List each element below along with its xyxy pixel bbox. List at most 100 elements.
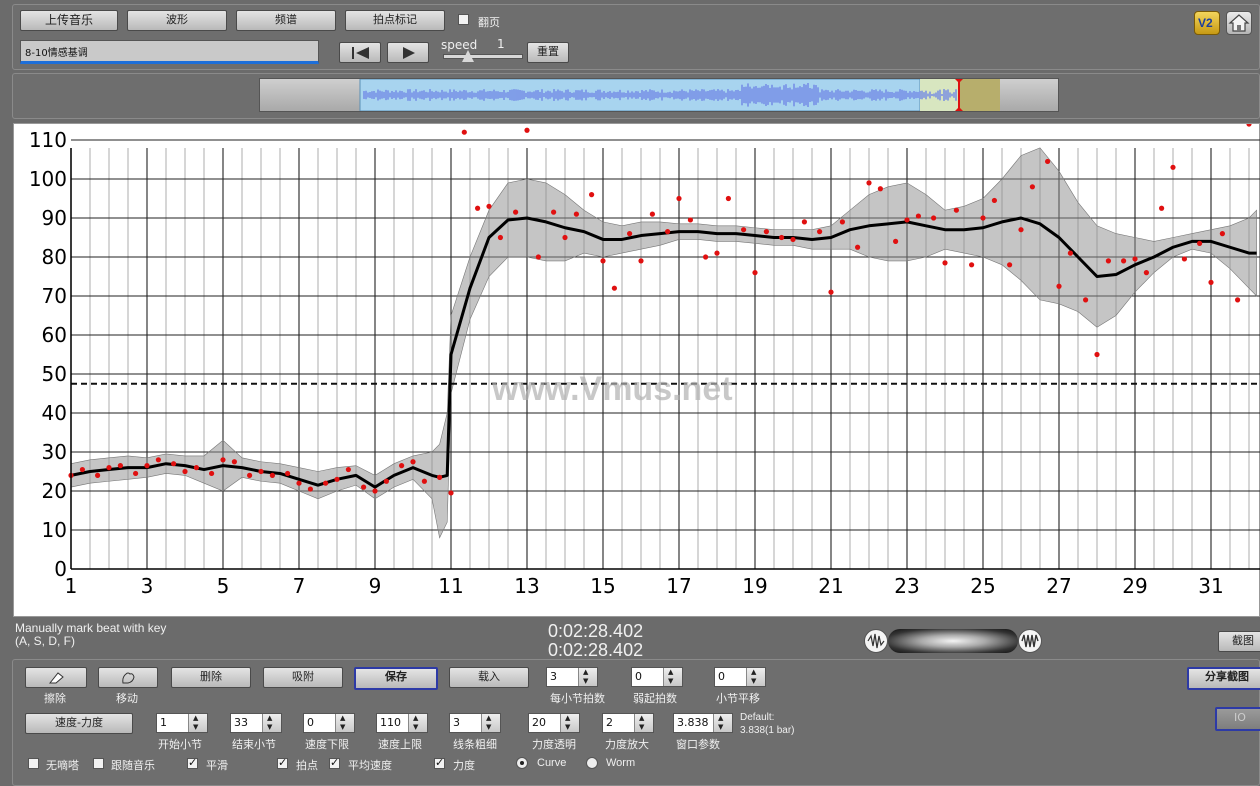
line-width-stepper[interactable]: 3 ▲ ▼ [449, 713, 501, 733]
snap-button[interactable]: 吸附 [263, 667, 343, 688]
beats-per-bar-stepper[interactable]: 3 ▲ ▼ [546, 667, 598, 687]
waveform-button[interactable]: 波形 [127, 10, 227, 31]
rewind-button[interactable] [339, 42, 381, 63]
speed-slider-track[interactable] [443, 54, 523, 59]
beat-point [725, 195, 732, 202]
end-bar-value: 33 [234, 716, 248, 729]
beat-point [551, 209, 557, 215]
smooth-label: 平滑 [206, 759, 228, 772]
x-tick-label: 17 [666, 574, 691, 598]
stepper-arrows-icon[interactable]: ▲ ▼ [578, 668, 597, 686]
tempo-max-stepper[interactable]: 110 ▲ ▼ [376, 713, 428, 733]
start-bar-stepper[interactable]: 1 ▲ ▼ [156, 713, 208, 733]
beat-point [790, 236, 796, 243]
beat-point [839, 219, 846, 225]
song-title-field[interactable]: 8-10情感基调 [20, 40, 319, 64]
waveform-overview[interactable] [259, 78, 1059, 112]
dynamics-opacity-stepper[interactable]: 20 ▲ ▼ [528, 713, 580, 733]
beat-point [155, 457, 161, 463]
dynamics-scale-stepper[interactable]: 2 ▲ ▼ [602, 713, 654, 733]
beat-point [1007, 262, 1013, 268]
smooth-checkbox[interactable] [187, 756, 198, 769]
beat-points-label: 拍点 [296, 759, 318, 772]
upbeat-value: 0 [635, 670, 642, 683]
beat-point [497, 234, 503, 241]
spectrum-button[interactable]: 频谱 [236, 10, 336, 31]
stepper-arrows-icon[interactable]: ▲ ▼ [335, 714, 354, 732]
stepper-arrows-icon[interactable]: ▲ ▼ [634, 714, 653, 732]
beat-point [562, 234, 568, 241]
beat-point [1045, 158, 1051, 165]
speed-slider-thumb[interactable] [462, 50, 474, 62]
tempo-max-label: 速度上限 [378, 738, 422, 751]
start-bar-value: 1 [160, 716, 167, 729]
home-button[interactable] [1226, 11, 1252, 35]
stepper-arrows-icon[interactable]: ▲ ▼ [188, 714, 207, 732]
tempo-chart-area[interactable]: www.Vmus.net 0 10 20 30 40 50 60 70 80 90 100 110 1 3 5… [13, 121, 1260, 617]
upload-music-button[interactable]: 上传音乐 [20, 10, 118, 31]
end-bar-stepper[interactable]: 33 ▲ ▼ [230, 713, 282, 733]
stepper-arrows-icon[interactable]: ▲ ▼ [746, 668, 765, 686]
stepper-arrows-icon[interactable]: ▲ ▼ [481, 714, 500, 732]
save-button[interactable]: 保存 [354, 667, 438, 690]
beats-per-bar-value: 3 [550, 670, 557, 683]
erase-button[interactable] [25, 667, 87, 688]
import-button[interactable]: 载入 [449, 667, 529, 688]
play-button[interactable] [387, 42, 429, 63]
beat-point [600, 258, 606, 264]
y-tick-label: 50 [42, 362, 67, 386]
reset-button[interactable]: 重置 [527, 42, 569, 63]
beat-point [991, 197, 998, 204]
beat-point [1083, 297, 1089, 303]
version-badge[interactable]: V2 [1194, 11, 1220, 35]
dynamics-checkbox[interactable] [434, 756, 445, 769]
tempo-min-value: 0 [307, 716, 314, 729]
speed-value: 1 [497, 37, 505, 51]
zoom-out-wave-button[interactable] [864, 629, 888, 653]
avg-tempo-label: 平均速度 [348, 759, 392, 772]
io-button[interactable]: IO [1215, 707, 1260, 731]
beat-point [486, 203, 492, 209]
move-label: 移动 [116, 692, 138, 705]
delete-button[interactable]: 删除 [171, 667, 251, 688]
tempo-dynamics-button[interactable]: 速度-力度 [25, 713, 133, 734]
stepper-arrows-icon[interactable]: ▲ ▼ [663, 668, 682, 686]
beat-mark-button[interactable]: 拍点标记 [345, 10, 445, 31]
beat-point [410, 459, 416, 465]
stepper-arrows-icon[interactable]: ▲ ▼ [713, 714, 732, 732]
beat-points-checkbox[interactable] [277, 756, 288, 769]
move-hand-icon [122, 672, 135, 684]
cut-screenshot-button[interactable]: 截图 [1218, 631, 1260, 652]
page-turn-checkbox[interactable] [458, 14, 469, 25]
beat-point [638, 258, 644, 264]
stepper-arrows-icon[interactable]: ▲ ▼ [408, 714, 427, 732]
beat-point [247, 472, 253, 478]
avg-tempo-checkbox[interactable] [329, 756, 340, 769]
share-screenshot-button[interactable]: 分享截图 [1187, 667, 1260, 690]
beat-point [752, 270, 758, 276]
play-icon [403, 47, 415, 59]
window-param-stepper[interactable]: 3.838 ▲ ▼ [673, 713, 733, 733]
tempo-min-stepper[interactable]: 0 ▲ ▼ [303, 713, 355, 733]
zoom-in-wave-button[interactable] [1018, 629, 1042, 653]
stepper-arrows-icon[interactable]: ▲ ▼ [262, 714, 281, 732]
move-button[interactable] [98, 667, 158, 688]
y-tick-label: 90 [42, 206, 67, 230]
beat-point [220, 457, 226, 463]
y-tick-label: 110 [29, 128, 67, 152]
erase-label: 擦除 [44, 692, 66, 705]
zoom-slider[interactable] [888, 629, 1018, 653]
upbeat-stepper[interactable]: 0 ▲ ▼ [631, 667, 683, 687]
worm-label: Worm [606, 757, 636, 769]
bar-shift-stepper[interactable]: 0 ▲ ▼ [714, 667, 766, 687]
y-tick-label: 20 [42, 479, 67, 503]
beat-point [1067, 250, 1073, 256]
line-width-value: 3 [453, 716, 460, 729]
follow-music-checkbox[interactable] [93, 758, 104, 769]
curve-radio[interactable] [516, 757, 528, 769]
eraser-icon [48, 672, 64, 684]
metronome-checkbox[interactable] [28, 758, 39, 769]
stepper-arrows-icon[interactable]: ▲ ▼ [560, 714, 579, 732]
worm-radio[interactable] [586, 757, 598, 769]
beat-point [1029, 184, 1035, 190]
